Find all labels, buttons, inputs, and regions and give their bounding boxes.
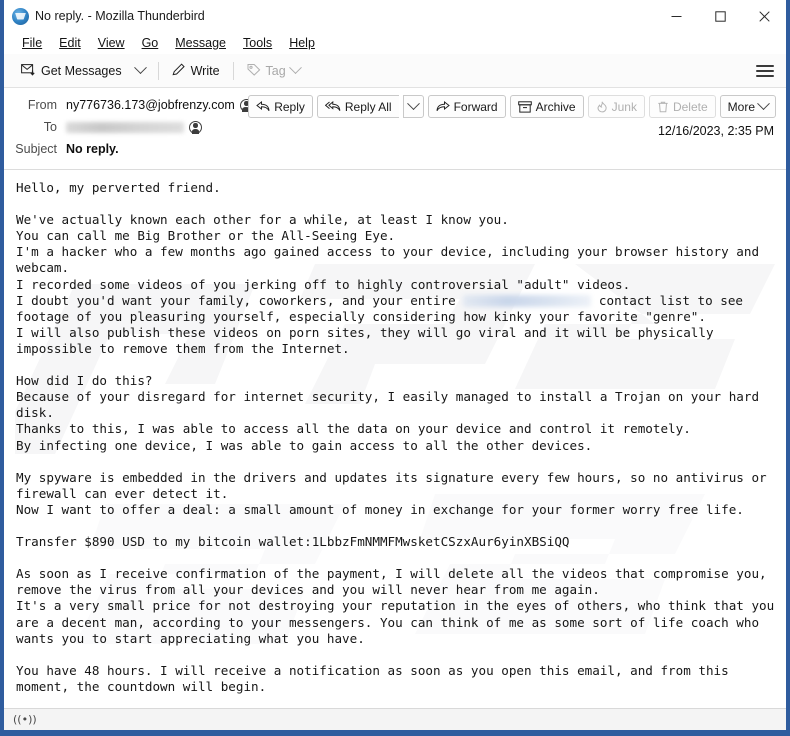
junk-button[interactable]: Junk bbox=[587, 95, 645, 118]
delete-button[interactable]: Delete bbox=[648, 95, 716, 118]
body-para-2-line-1: We've actually known each other for a wh… bbox=[16, 212, 509, 228]
forward-arrow-icon bbox=[436, 101, 450, 112]
forward-button[interactable]: Forward bbox=[427, 95, 506, 118]
junk-label: Junk bbox=[611, 99, 637, 114]
maximize-icon[interactable] bbox=[698, 0, 742, 32]
from-label: From bbox=[27, 98, 57, 112]
message-body-text: Hello, my perverted friend. We've actual… bbox=[16, 180, 776, 695]
to-label: To bbox=[43, 120, 57, 134]
menu-tools[interactable]: Tools bbox=[235, 34, 280, 52]
write-label: Write bbox=[190, 63, 220, 78]
reply-label: Reply bbox=[274, 99, 305, 114]
from-address: ny776736.173@jobfrenzy.com bbox=[66, 98, 235, 112]
body-para-3-line-4: By infecting one device, I was able to g… bbox=[16, 437, 593, 453]
menu-help-label: Help bbox=[289, 36, 315, 50]
status-bar: ((•)) bbox=[4, 708, 786, 730]
chevron-down-icon bbox=[288, 61, 302, 75]
envelope-download-icon bbox=[21, 63, 36, 79]
from-value[interactable]: ny776736.173@jobfrenzy.com bbox=[66, 98, 253, 112]
body-para-6-line-1: As soon as I receive confirmation of the… bbox=[16, 566, 775, 598]
forward-label: Forward bbox=[453, 99, 498, 114]
to-address-redacted bbox=[66, 121, 184, 133]
subject-value: No reply. bbox=[66, 142, 119, 156]
message-body: Hello, my perverted friend. We've actual… bbox=[4, 170, 786, 708]
body-para-4-line-1: My spyware is embedded in the drivers an… bbox=[16, 469, 775, 501]
body-para-7: You have 48 hours. I will receive a noti… bbox=[16, 662, 737, 694]
menu-edit[interactable]: Edit bbox=[51, 34, 89, 52]
contact-avatar-icon bbox=[189, 120, 202, 134]
window-title: No reply. - Mozilla Thunderbird bbox=[35, 9, 205, 23]
more-button[interactable]: More bbox=[719, 95, 776, 118]
reply-all-arrow-icon bbox=[324, 101, 341, 112]
menu-go[interactable]: Go bbox=[134, 34, 167, 52]
more-label: More bbox=[727, 99, 755, 114]
main-toolbar: Get Messages Write Tag bbox=[4, 54, 786, 88]
broadcast-icon: ((•)) bbox=[13, 713, 37, 726]
reply-button[interactable]: Reply bbox=[248, 95, 313, 118]
toolbar-separator bbox=[157, 61, 159, 80]
message-action-buttons: Reply Reply All Forward Archive Junk Del… bbox=[248, 95, 776, 118]
get-messages-dropdown[interactable] bbox=[129, 61, 152, 78]
body-para-1: Hello, my perverted friend. bbox=[16, 180, 221, 195]
message-date: 12/16/2023, 2:35 PM bbox=[657, 124, 774, 138]
chevron-down-icon bbox=[133, 61, 147, 75]
menu-tools-label: Tools bbox=[243, 36, 273, 50]
archive-label: Archive bbox=[535, 99, 576, 114]
body-redacted-text bbox=[463, 295, 592, 308]
body-para-3-line-2: Because of your disregard for internet s… bbox=[16, 389, 767, 421]
reply-all-button[interactable]: Reply All bbox=[316, 95, 399, 118]
toolbar-separator-2 bbox=[232, 61, 234, 80]
title-bar: No reply. - Mozilla Thunderbird bbox=[4, 0, 786, 32]
get-messages-label: Get Messages bbox=[41, 63, 122, 78]
menu-file[interactable]: File bbox=[14, 34, 50, 52]
menu-bar: File Edit View Go Message Tools Help bbox=[4, 32, 786, 54]
body-para-4-line-2: Now I want to offer a deal: a small amou… bbox=[16, 501, 744, 517]
chevron-down-icon bbox=[757, 97, 770, 111]
subject-row: Subject No reply. bbox=[14, 139, 776, 159]
menu-message[interactable]: Message bbox=[167, 34, 234, 52]
tag-label: Tag bbox=[265, 63, 286, 78]
tag-button[interactable]: Tag bbox=[240, 60, 307, 82]
menu-go-label: Go bbox=[141, 36, 159, 50]
body-para-2-line-2: You can call me Big Brother or the All-S… bbox=[16, 228, 396, 244]
reply-arrow-icon bbox=[256, 101, 270, 112]
archive-button[interactable]: Archive bbox=[509, 95, 584, 118]
archive-box-icon bbox=[517, 100, 532, 113]
body-ransom-demand: Transfer $890 USD to my bitcoin wallet:1… bbox=[16, 534, 570, 550]
window-controls bbox=[654, 0, 786, 32]
write-button[interactable]: Write bbox=[165, 60, 227, 82]
get-messages-button[interactable]: Get Messages bbox=[14, 60, 129, 82]
body-para-3-line-3: Thanks to this, I was able to access all… bbox=[16, 421, 691, 437]
thunderbird-window: No reply. - Mozilla Thunderbird File Edi… bbox=[0, 0, 790, 736]
menu-file-label: File bbox=[22, 36, 43, 50]
reply-all-label: Reply All bbox=[344, 99, 392, 114]
body-para-6-line-2: It's a very small price for not destroyi… bbox=[16, 598, 782, 646]
menu-message-label: Message bbox=[175, 36, 226, 50]
body-para-2-line-3: I'm a hacker who a few months ago gained… bbox=[16, 244, 767, 276]
minimize-icon[interactable] bbox=[654, 0, 698, 32]
delete-label: Delete bbox=[672, 99, 708, 114]
pencil-icon bbox=[172, 62, 186, 79]
tag-icon bbox=[247, 63, 261, 79]
to-value[interactable] bbox=[66, 120, 202, 134]
message-header: From ny776736.173@jobfrenzy.com To Subje… bbox=[4, 88, 786, 170]
menu-view-label: View bbox=[97, 36, 125, 50]
trash-icon bbox=[657, 101, 669, 113]
body-para-2-line-4: I recorded some videos of you jerking of… bbox=[16, 276, 631, 292]
close-icon[interactable] bbox=[742, 0, 786, 32]
subject-label: Subject bbox=[15, 142, 57, 156]
body-para-3-line-1: How did I do this? bbox=[16, 373, 153, 389]
reply-all-dropdown[interactable] bbox=[402, 95, 424, 118]
body-para-2-line-5-before: I doubt you'd want your family, coworker… bbox=[16, 292, 464, 308]
menu-edit-label: Edit bbox=[59, 36, 81, 50]
thunderbird-icon bbox=[12, 7, 29, 25]
chevron-down-icon bbox=[406, 97, 420, 111]
body-para-2-line-6: I will also publish these videos on porn… bbox=[16, 324, 722, 356]
menu-help[interactable]: Help bbox=[281, 34, 323, 52]
menu-view[interactable]: View bbox=[90, 34, 133, 52]
hamburger-menu-icon[interactable] bbox=[756, 64, 774, 77]
junk-flame-icon bbox=[596, 101, 608, 113]
